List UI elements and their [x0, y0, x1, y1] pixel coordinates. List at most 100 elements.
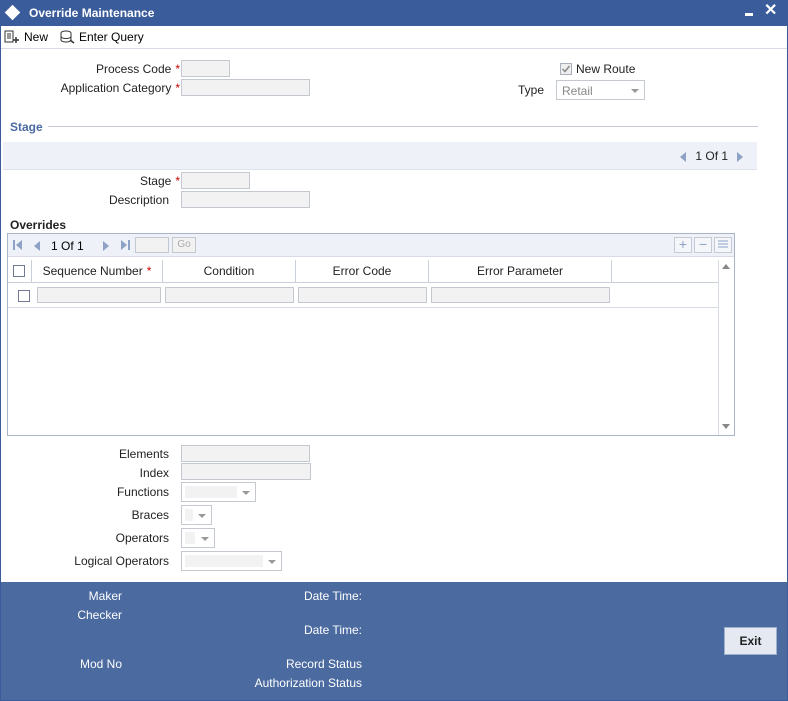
- functions-label: Functions: [116, 485, 169, 499]
- chevron-down-icon: [631, 89, 639, 93]
- application-category-label-text: Application Category: [60, 81, 172, 95]
- chevron-down-icon: [201, 537, 209, 541]
- column-header-label: Sequence Number: [42, 264, 143, 278]
- description-input[interactable]: [181, 191, 310, 208]
- title-bar: Override Maintenance ✕: [0, 0, 788, 26]
- index-label: Index: [139, 466, 169, 480]
- elements-label: Elements: [118, 447, 169, 461]
- single-view-icon[interactable]: [714, 237, 732, 253]
- chevron-down-icon: [242, 491, 250, 495]
- logical-operators-label: Logical Operators: [74, 554, 169, 568]
- error-code-input[interactable]: [298, 287, 427, 303]
- previous-icon[interactable]: [680, 151, 686, 162]
- authorization-status-label: Authorization Status: [254, 676, 362, 690]
- overrides-grid-header: Sequence Number * Condition Error Code Er…: [8, 260, 718, 283]
- elements-input[interactable]: [181, 445, 310, 462]
- select-all-checkbox[interactable]: [13, 265, 25, 277]
- sequence-number-input[interactable]: [37, 287, 161, 303]
- stage-input[interactable]: [181, 172, 250, 189]
- minimize-icon[interactable]: [745, 4, 755, 18]
- operators-label: Operators: [115, 531, 169, 545]
- logical-operators-select-value: [185, 555, 263, 567]
- checkmark-icon: [561, 65, 571, 73]
- overrides-pager: 1 Of 1: [51, 239, 84, 253]
- checker-label: Checker: [77, 608, 122, 622]
- scroll-up-icon[interactable]: [722, 264, 730, 270]
- braces-select-value: [185, 509, 193, 521]
- list-icon: [718, 240, 728, 248]
- enter-query-label: Enter Query: [79, 29, 144, 44]
- braces-label: Braces: [131, 508, 169, 522]
- maker-label: Maker: [88, 589, 122, 603]
- functions-select[interactable]: [181, 482, 256, 502]
- maker-date-time-label: Date Time:: [303, 589, 362, 603]
- application-category-input[interactable]: [181, 79, 310, 96]
- stage-label: Stage *: [40, 174, 180, 188]
- table-row: [8, 284, 718, 308]
- delete-row-icon[interactable]: −: [694, 237, 712, 253]
- chevron-down-icon: [198, 514, 206, 518]
- next-icon[interactable]: [737, 151, 744, 162]
- stage-pager-of: Of: [705, 149, 719, 163]
- application-category-label: Application Category *: [20, 81, 180, 95]
- required-marker: *: [146, 264, 152, 278]
- type-select[interactable]: Retail: [556, 80, 645, 100]
- new-button-label: New: [24, 29, 49, 44]
- braces-select[interactable]: [181, 505, 212, 525]
- stage-pager: 1 Of 1: [680, 149, 744, 163]
- column-header-sequence-number[interactable]: Sequence Number *: [32, 260, 163, 283]
- close-icon[interactable]: ✕: [764, 2, 777, 20]
- new-button[interactable]: New: [4, 29, 48, 45]
- operators-select[interactable]: [181, 528, 215, 548]
- record-status-label: Record Status: [285, 657, 362, 671]
- stage-section-title: Stage: [10, 120, 43, 134]
- functions-select-value: [185, 486, 237, 498]
- enter-query-icon: [60, 30, 75, 44]
- overrides-title: Overrides: [10, 218, 67, 232]
- app-diamond-icon: [4, 4, 21, 21]
- error-parameter-input[interactable]: [431, 287, 610, 303]
- next-page-icon[interactable]: [103, 241, 109, 251]
- page-number-input[interactable]: [135, 237, 169, 253]
- add-row-icon[interactable]: +: [674, 237, 692, 253]
- new-document-icon: [4, 30, 19, 43]
- exit-button[interactable]: Exit: [724, 627, 777, 655]
- operators-select-value: [185, 532, 195, 544]
- index-input[interactable]: [181, 463, 311, 480]
- column-header-error-parameter[interactable]: Error Parameter: [429, 260, 612, 283]
- chevron-down-icon: [268, 560, 276, 564]
- required-marker: *: [175, 62, 180, 76]
- stage-pager-current: 1: [695, 149, 703, 163]
- overrides-pager-current: 1: [51, 239, 58, 253]
- stage-pager-total: 1: [721, 149, 729, 163]
- last-page-icon[interactable]: [120, 240, 130, 250]
- scroll-down-icon[interactable]: [722, 424, 730, 430]
- logical-operators-select[interactable]: [181, 551, 282, 571]
- window-title: Override Maintenance: [29, 6, 155, 20]
- required-marker: *: [175, 174, 180, 188]
- type-label: Type: [517, 83, 544, 97]
- select-all-cell: [8, 260, 32, 283]
- first-page-icon[interactable]: [13, 240, 23, 250]
- stage-pager-bar: 1 Of 1: [3, 142, 757, 170]
- type-select-value: Retail: [562, 84, 593, 98]
- section-divider: [48, 126, 758, 127]
- overrides-pager-total: 1: [77, 239, 84, 253]
- required-marker: *: [175, 81, 180, 95]
- new-route-label: New Route: [576, 62, 636, 76]
- grid-vertical-scrollbar[interactable]: [718, 260, 734, 435]
- go-button[interactable]: Go: [172, 237, 196, 253]
- column-header-error-code[interactable]: Error Code: [296, 260, 429, 283]
- row-checkbox[interactable]: [18, 290, 30, 302]
- description-label: Description: [108, 193, 169, 207]
- process-code-label-text: Process Code: [95, 62, 172, 76]
- new-route-checkbox[interactable]: [560, 63, 572, 75]
- previous-page-icon[interactable]: [34, 241, 40, 251]
- enter-query-button[interactable]: Enter Query: [59, 29, 144, 45]
- column-header-condition[interactable]: Condition: [163, 260, 296, 283]
- process-code-input[interactable]: [181, 60, 230, 77]
- process-code-label: Process Code *: [40, 62, 180, 76]
- condition-input[interactable]: [165, 287, 294, 303]
- stage-label-text: Stage: [139, 174, 172, 188]
- overrides-grid-toolbar: 1 Of 1 Go + −: [8, 234, 734, 257]
